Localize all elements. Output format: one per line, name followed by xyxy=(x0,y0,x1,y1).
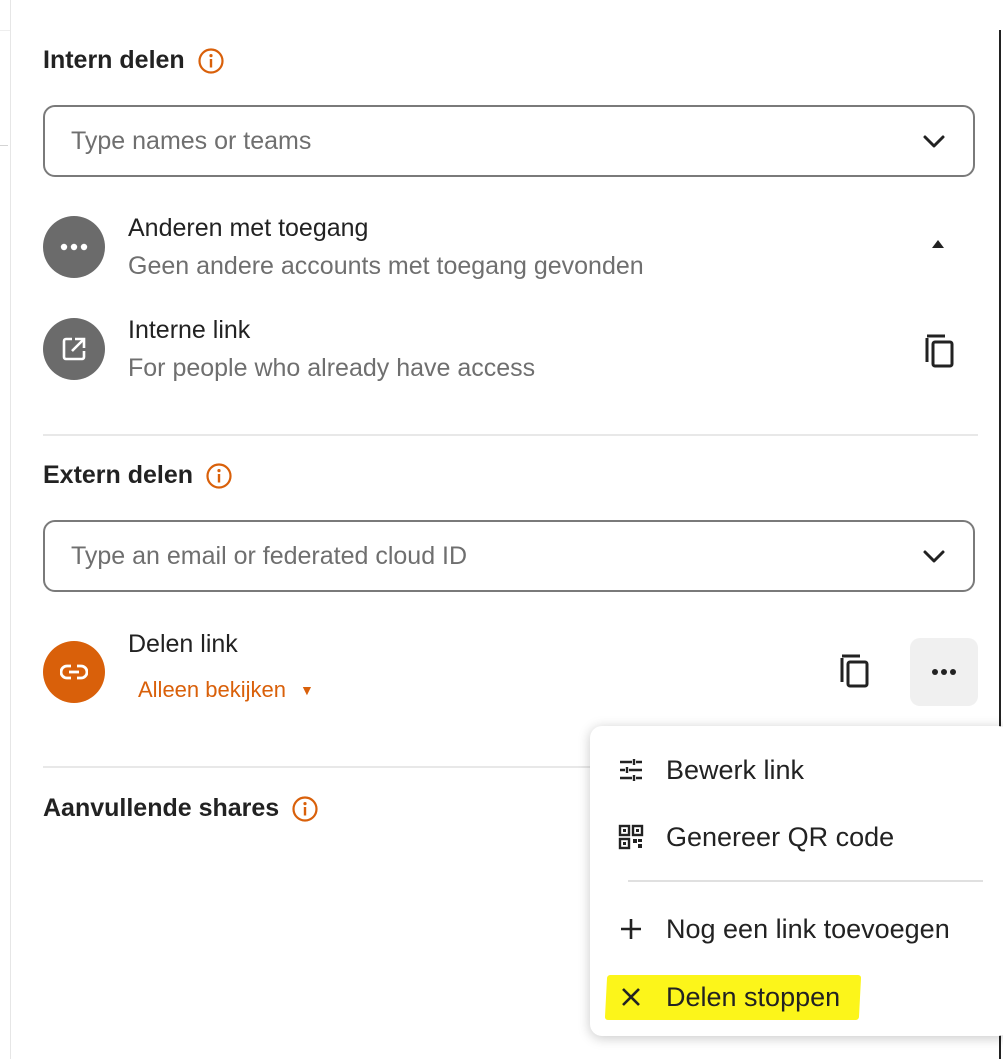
tune-icon xyxy=(620,759,642,781)
info-icon[interactable] xyxy=(205,462,233,490)
menu-item-stop-sharing[interactable]: Delen stoppen xyxy=(590,972,990,1022)
external-share-search[interactable]: Type an email or federated cloud ID xyxy=(43,520,975,592)
additional-shares-heading-text: Aanvullende shares xyxy=(43,794,280,822)
others-subtitle: Geen andere accounts met toegang gevonde… xyxy=(128,252,644,280)
internal-link-title: Interne link xyxy=(128,316,251,344)
menu-item-label: Genereer QR code xyxy=(666,821,895,852)
section-divider-1 xyxy=(43,434,978,436)
share-link-title: Delen link xyxy=(128,630,238,658)
chevron-down-icon[interactable] xyxy=(921,543,947,569)
top-edge-line xyxy=(0,30,10,31)
collapse-triangle-icon[interactable] xyxy=(930,238,946,250)
more-horizontal-icon xyxy=(932,669,956,675)
section-divider-2 xyxy=(43,766,593,768)
share-link-more-button[interactable] xyxy=(910,638,978,706)
info-icon[interactable] xyxy=(291,795,319,823)
menu-item-edit-link[interactable]: Bewerk link xyxy=(590,745,990,795)
caret-down-icon: ▼ xyxy=(299,682,314,698)
additional-shares-heading: Aanvullende shares xyxy=(43,794,319,823)
others-with-access-row: Anderen met toegang Geen andere accounts… xyxy=(43,214,978,284)
menu-item-label: Bewerk link xyxy=(666,754,805,785)
share-link-permission-label: Alleen bekijken xyxy=(138,677,286,702)
external-share-heading-text: Extern delen xyxy=(43,461,194,489)
internal-share-heading-text: Intern delen xyxy=(43,46,185,74)
info-icon[interactable] xyxy=(197,47,225,75)
open-in-new-icon xyxy=(62,337,86,361)
menu-item-add-link[interactable]: Nog een link toevoegen xyxy=(590,904,990,954)
external-share-heading: Extern delen xyxy=(43,461,233,490)
share-link-actions-menu: Bewerk link Genereer QR code Nog een lin… xyxy=(590,726,1003,1036)
menu-item-label: Nog een link toevoegen xyxy=(666,913,950,944)
internal-link-avatar xyxy=(43,318,105,380)
menu-item-generate-qr[interactable]: Genereer QR code xyxy=(590,812,990,862)
panel-left-border xyxy=(10,0,11,1059)
close-icon xyxy=(622,988,640,1006)
others-avatar xyxy=(43,216,105,278)
left-tick xyxy=(0,145,8,146)
internal-link-row: Interne link For people who already have… xyxy=(43,316,978,391)
menu-separator xyxy=(628,880,983,882)
internal-share-search-placeholder: Type names or teams xyxy=(71,126,312,155)
qr-code-icon xyxy=(618,824,644,850)
plus-icon xyxy=(621,919,641,939)
others-title: Anderen met toegang xyxy=(128,214,369,242)
chevron-down-icon[interactable] xyxy=(921,128,947,154)
external-share-search-placeholder: Type an email or federated cloud ID xyxy=(71,541,468,570)
internal-link-subtitle: For people who already have access xyxy=(128,354,536,382)
copy-icon[interactable] xyxy=(838,652,872,690)
more-horizontal-icon xyxy=(60,243,88,251)
link-icon xyxy=(60,664,88,680)
share-link-permission-dropdown[interactable]: Alleen bekijken ▼ xyxy=(138,677,314,703)
copy-icon[interactable] xyxy=(923,332,957,370)
internal-share-heading: Intern delen xyxy=(43,46,225,75)
share-link-avatar xyxy=(43,641,105,703)
menu-item-label: Delen stoppen xyxy=(666,981,841,1012)
share-link-row: Delen link Alleen bekijken ▼ xyxy=(43,630,978,710)
internal-share-search[interactable]: Type names or teams xyxy=(43,105,975,177)
